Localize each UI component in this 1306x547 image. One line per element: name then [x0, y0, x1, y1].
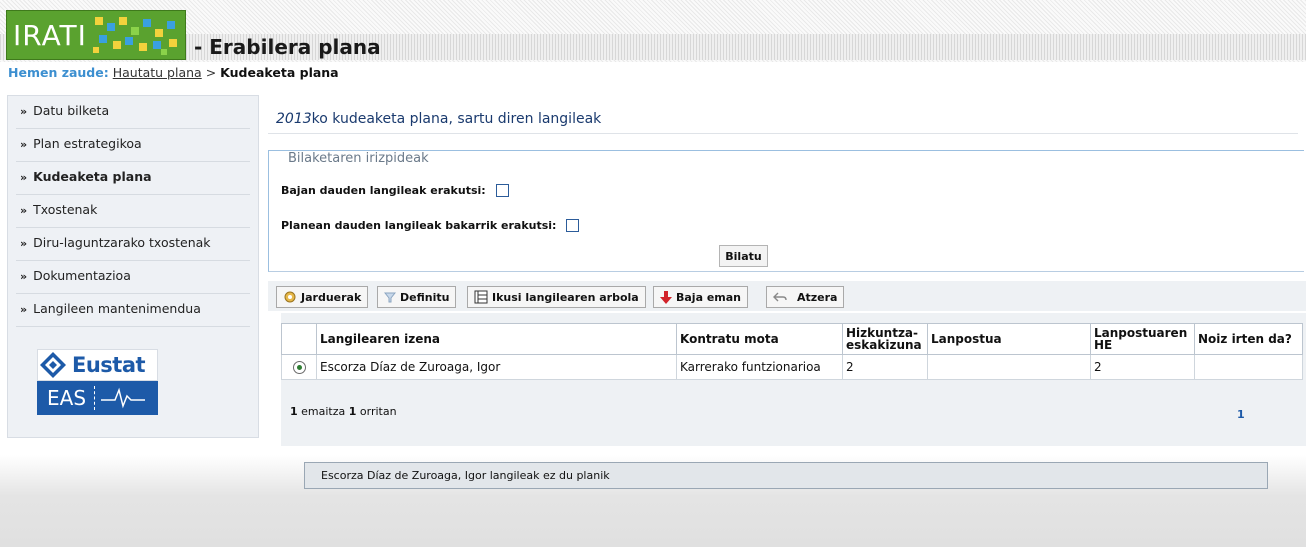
breadcrumb-separator: >	[205, 65, 217, 80]
row-select-cell	[281, 354, 317, 380]
ikusi-arbola-label: Ikusi langilearen arbola	[492, 290, 639, 304]
results-end-text: orritan	[359, 405, 397, 418]
eustat-diamond-icon	[40, 352, 66, 378]
sidebar-item-label: Dokumentazioa	[33, 268, 131, 283]
double-chevron-icon: »	[20, 204, 28, 217]
logo-text: IRATI	[13, 18, 87, 52]
baja-eman-label: Baja eman	[676, 290, 742, 304]
sidebar-item-label: Langileen mantenimendua	[33, 301, 201, 316]
search-criteria-legend: Bilaketaren irizpideak	[282, 151, 435, 166]
column-header-contract[interactable]: Kontratu mota	[676, 323, 843, 355]
cell-position	[927, 354, 1091, 380]
eustat-logo[interactable]: Eustat EAS	[37, 349, 158, 415]
double-chevron-icon: »	[20, 270, 28, 283]
back-arrow-icon	[773, 292, 787, 302]
ikusi-arbola-button[interactable]: Ikusi langilearen arbola	[467, 286, 646, 308]
sidebar-item-label: Txostenak	[33, 202, 98, 217]
sidebar-item-label: Kudeaketa plana	[33, 169, 152, 184]
sidebar-item-plan-estrategikoa[interactable]: » Plan estrategikoa	[16, 129, 250, 162]
double-chevron-icon: »	[20, 237, 28, 250]
down-arrow-icon	[660, 290, 672, 304]
table-header-row: Langilearen izena Kontratu mota Hizkuntz…	[281, 323, 1303, 355]
breadcrumb-label: Hemen zaude:	[8, 65, 109, 80]
atzera-label: Atzera	[797, 290, 838, 304]
cell-name: Escorza Díaz de Zuroaga, Igor	[316, 354, 677, 380]
double-chevron-icon: »	[20, 171, 28, 184]
only-plan-label: Planean dauden langileak bakarrik erakut…	[281, 219, 557, 232]
header-title: - Erabilera plana	[194, 35, 381, 59]
title-divider	[268, 133, 1298, 134]
app-header: IRATI - Erabilera plana	[0, 0, 1306, 62]
sidebar-item-diru-laguntzarako-txostenak[interactable]: » Diru-laguntzarako txostenak	[16, 228, 250, 261]
column-header-exit-date[interactable]: Noiz irten da?	[1194, 323, 1303, 355]
results-summary: 1 emaitza 1 orritan	[290, 405, 397, 418]
results-count: 1	[290, 405, 298, 418]
show-discharged-row: Bajan dauden langileak erakutsi:	[281, 184, 509, 197]
column-header-name[interactable]: Langilearen izena	[316, 323, 677, 355]
search-criteria-fieldset	[268, 150, 1304, 272]
show-discharged-label: Bajan dauden langileak erakutsi:	[281, 184, 486, 197]
sidebar-item-label: Diru-laguntzarako txostenak	[33, 235, 211, 250]
cell-contract: Karrerako funtzionarioa	[676, 354, 843, 380]
logo-dots-icon	[93, 17, 177, 55]
table-row[interactable]: Escorza Díaz de Zuroaga, Igor Karrerako …	[281, 354, 1303, 380]
eas-logo: EAS	[37, 381, 158, 415]
heartbeat-line-icon	[101, 387, 146, 409]
breadcrumb-link-hautatu-plana[interactable]: Hautatu plana	[113, 65, 202, 80]
breadcrumb: Hemen zaude: Hautatu plana > Kudeaketa p…	[8, 65, 339, 80]
sidebar-item-txostenak[interactable]: » Txostenak	[16, 195, 250, 228]
jarduerak-button[interactable]: Jarduerak	[276, 286, 369, 308]
employees-table: Langilearen izena Kontratu mota Hizkuntz…	[281, 323, 1303, 380]
sidebar-item-dokumentazioa[interactable]: » Dokumentazioa	[16, 261, 250, 294]
results-pages: 1	[348, 405, 357, 418]
row-radio-button[interactable]	[292, 361, 306, 374]
page-title: 2013ko kudeaketa plana, sartu diren lang…	[276, 111, 601, 127]
eustat-logo-top: Eustat	[37, 349, 158, 381]
pagination-page-1[interactable]: 1	[1237, 408, 1245, 421]
eustat-wordmark: Eustat	[72, 353, 146, 377]
double-chevron-icon: »	[20, 105, 28, 118]
page-title-text: ko kudeaketa plana, sartu diren langilea…	[311, 111, 602, 127]
definitu-label: Definitu	[400, 290, 450, 304]
sidebar-item-label: Plan estrategikoa	[33, 136, 142, 151]
cell-position-he: 2	[1090, 354, 1195, 380]
select-column-header	[281, 323, 317, 355]
column-header-position-he[interactable]: Lanpostuaren HE	[1090, 323, 1195, 355]
action-toolbar: Jarduerak Definitu Ikusi langilearen arb…	[268, 281, 1306, 311]
tree-icon	[474, 290, 488, 304]
column-header-language-requirement[interactable]: Hizkuntza- eskakizuna	[842, 323, 928, 355]
page-title-year: 2013	[276, 111, 312, 127]
baja-eman-button[interactable]: Baja eman	[653, 286, 749, 308]
header-line: HE	[1094, 338, 1113, 352]
cell-exit-date	[1194, 354, 1303, 380]
header-line: eskakizuna	[846, 338, 922, 352]
show-discharged-checkbox[interactable]	[495, 184, 509, 197]
jarduerak-label: Jarduerak	[301, 290, 362, 304]
breadcrumb-current: Kudeaketa plana	[220, 65, 339, 80]
sidebar: » Datu bilketa » Plan estrategikoa » Kudeak…	[7, 95, 259, 438]
sidebar-item-datu-bilketa[interactable]: » Datu bilketa	[16, 96, 250, 129]
filter-icon	[384, 291, 396, 303]
sidebar-item-kudeaketa-plana[interactable]: » Kudeaketa plana	[16, 162, 250, 195]
only-plan-checkbox[interactable]	[566, 219, 580, 232]
search-button[interactable]: Bilatu	[719, 245, 768, 267]
double-chevron-icon: »	[20, 138, 28, 151]
sidebar-item-label: Datu bilketa	[33, 103, 110, 118]
info-message: Escorza Díaz de Zuroaga, Igor langileak …	[304, 462, 1268, 489]
eas-wordmark: EAS	[37, 386, 96, 410]
cell-language-requirement: 2	[842, 354, 928, 380]
definitu-button[interactable]: Definitu	[377, 286, 457, 308]
double-chevron-icon: »	[20, 303, 28, 316]
sidebar-item-langileen-mantenimendua[interactable]: » Langileen mantenimendua	[16, 294, 250, 327]
column-header-position[interactable]: Lanpostua	[927, 323, 1091, 355]
only-plan-row: Planean dauden langileak bakarrik erakut…	[281, 219, 580, 232]
irati-logo: IRATI	[6, 10, 186, 60]
results-mid-text: emaitza	[301, 405, 346, 418]
activities-icon	[283, 290, 297, 304]
atzera-button[interactable]: Atzera	[766, 286, 845, 308]
